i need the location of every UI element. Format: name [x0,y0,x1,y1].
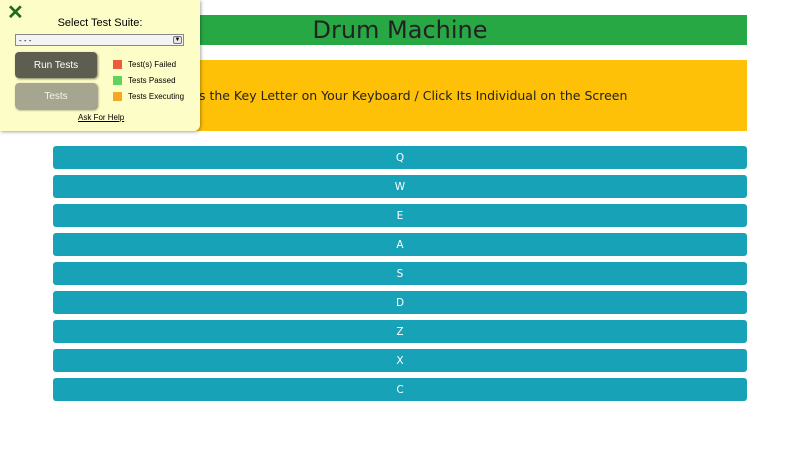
drum-pad-q[interactable]: Q [53,146,747,169]
suite-select[interactable]: - - - ▼ [15,34,184,46]
drum-pad-w[interactable]: W [53,175,747,198]
suite-label: Select Test Suite: [57,17,143,29]
drum-pad-c[interactable]: C [53,378,747,401]
drum-machine-app: Drum Machine Press the Key Letter on You… [0,0,800,450]
page-title: Drum Machine [312,16,488,44]
instructions-text: Press the Key Letter on Your Keyboard / … [172,88,628,103]
test-suite-panel: ✕ Select Test Suite: - - - ▼ Run Tests T… [0,0,200,131]
legend-item: Tests Executing [113,88,184,104]
drum-pad-e[interactable]: E [53,204,747,227]
drum-pad-s[interactable]: S [53,262,747,285]
legend-swatch [113,91,122,101]
drum-pad-z[interactable]: Z [53,320,747,343]
legend-label: Tests Executing [128,91,185,101]
drum-pads: QWEASDZXC [53,146,747,407]
suite-select-value: - - - [19,35,32,45]
test-legend: Test(s) Failed Tests Passed Tests Executin… [113,56,184,104]
drum-pad-x[interactable]: X [53,349,747,372]
legend-swatch [113,75,122,85]
legend-item: Tests Passed [113,72,184,88]
legend-label: Tests Passed [128,75,176,85]
drum-pad-d[interactable]: D [53,291,747,314]
legend-swatch [113,59,122,69]
tests-button[interactable]: Tests [15,83,97,109]
legend-label: Test(s) Failed [128,59,177,69]
drum-pad-a[interactable]: A [53,233,747,256]
ask-for-help-link[interactable]: Ask For Help [78,113,124,122]
chevron-down-icon: ▼ [173,36,182,44]
legend-item: Test(s) Failed [113,56,184,72]
run-tests-button[interactable]: Run Tests [15,52,97,78]
